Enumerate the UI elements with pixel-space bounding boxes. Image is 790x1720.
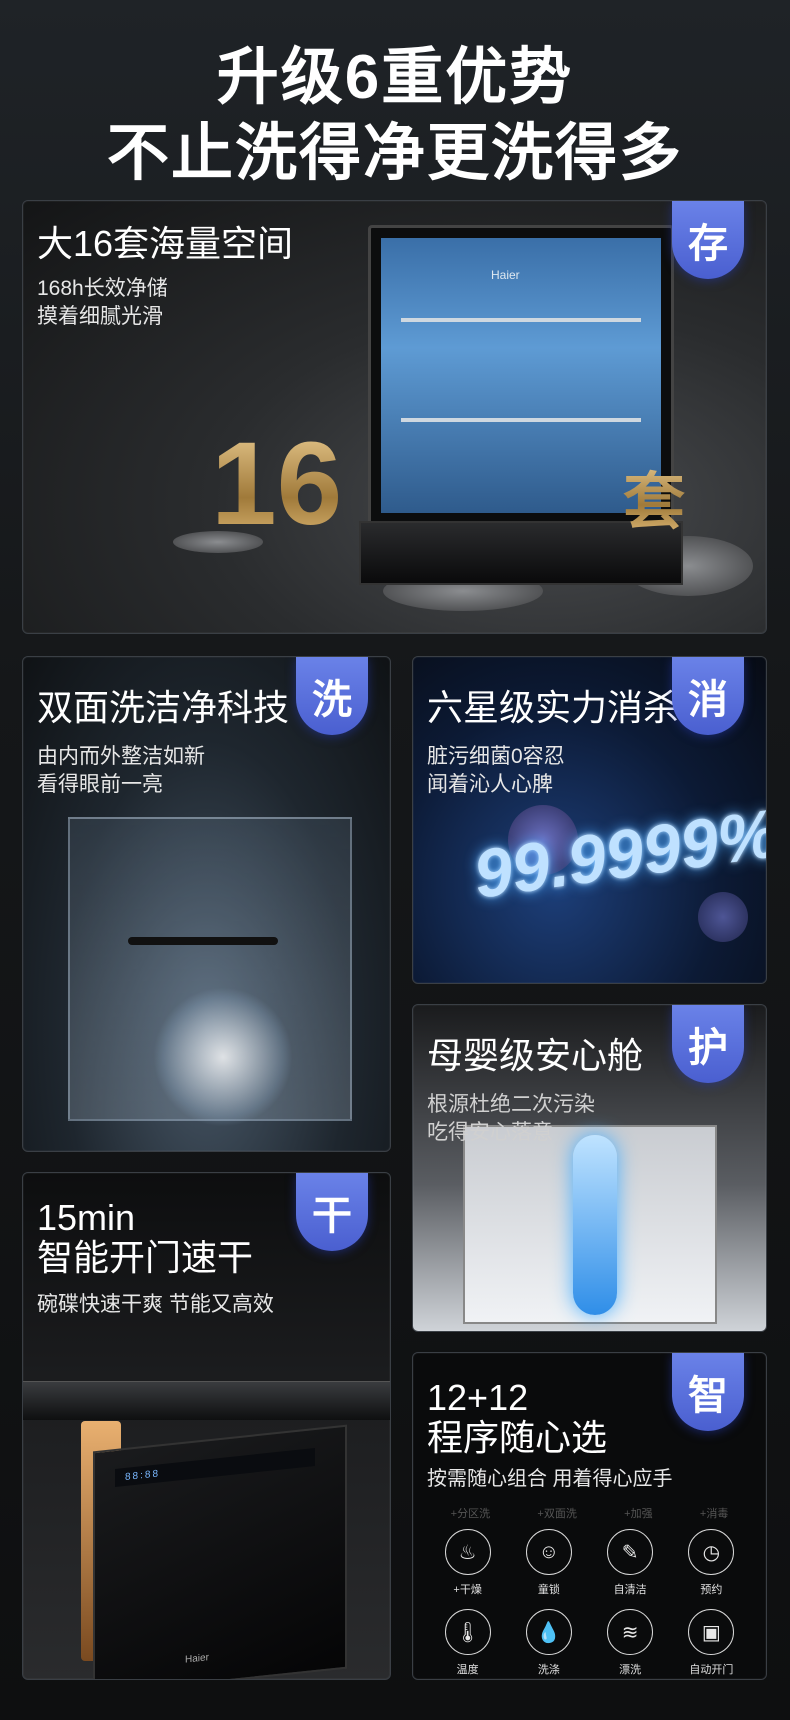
baby-card: 母婴级安心舱 根源杜绝二次污染 吃得安心落意 护 xyxy=(412,1004,767,1332)
wash-sub2: 看得眼前一亮 xyxy=(37,773,163,796)
dry-title2: 智能开门速干 xyxy=(37,1237,254,1278)
clock-icon: ◷ xyxy=(688,1529,735,1575)
detergent-drop-icon: 💧 xyxy=(525,1609,572,1655)
water-splash-image xyxy=(153,987,293,1127)
programs-sub: 按需随心组合 用着得心应手 xyxy=(427,1468,673,1490)
wash-title: 双面洗洁净科技 xyxy=(37,687,290,728)
dry-title1: 15min xyxy=(37,1197,136,1238)
uv-tube-image xyxy=(573,1135,617,1315)
dry-card: 88:88 Haier 15min 智能开门速干 碗碟快速干爽 节能又高效 干 xyxy=(22,1172,391,1680)
baby-badge: 护 xyxy=(672,1005,744,1083)
germ-sub2: 闻着沁人心脾 xyxy=(427,773,553,796)
germ-title: 六星级实力消杀 xyxy=(427,687,680,728)
ghost-label-row: +分区洗 +双面洗 +加强 +消毒 xyxy=(427,1505,752,1521)
program-item-dry: ♨ +干燥 xyxy=(433,1529,503,1597)
program-item-schedule: ◷ 预约 xyxy=(676,1529,746,1597)
program-label: 预约 xyxy=(700,1584,723,1596)
storage-big-unit: 套 xyxy=(623,451,685,541)
child-lock-icon: ☺ xyxy=(525,1529,572,1575)
program-item-child-lock: ☺ 童锁 xyxy=(514,1529,584,1597)
wash-badge: 洗 xyxy=(296,657,368,735)
program-item-wash: 💧 洗涤 xyxy=(514,1609,584,1677)
wash-card: 双面洗洁净科技 由内而外整洁如新 看得眼前一亮 洗 xyxy=(22,656,391,1152)
program-row-2: 🌡 温度 💧 洗涤 ≋ 漂洗 ▣ 自动开门 xyxy=(427,1609,752,1677)
program-item-temperature: 🌡 温度 xyxy=(433,1609,503,1677)
germ-card: 99.9999% 六星级实力消杀 脏污细菌0容忍 闻着沁人心脾 消 xyxy=(412,656,767,984)
thermometer-icon: 🌡 xyxy=(444,1609,491,1655)
program-label: 漂洗 xyxy=(619,1664,642,1676)
program-label: +干燥 xyxy=(453,1584,482,1596)
dryer-brand: Haier xyxy=(185,1652,209,1666)
program-label: 童锁 xyxy=(537,1584,560,1596)
ghost-label: +消毒 xyxy=(699,1508,729,1520)
ghost-label: +加强 xyxy=(624,1508,653,1520)
program-row-1: ♨ +干燥 ☺ 童锁 ✎ 自清洁 ◷ 预约 xyxy=(427,1529,752,1597)
program-grid: +分区洗 +双面洗 +加强 +消毒 ♨ +干燥 ☺ 童锁 ✎ 自清洁 ◷ 预约 xyxy=(427,1505,752,1679)
ghost-label: +双面洗 xyxy=(537,1508,577,1520)
virus-image xyxy=(698,892,748,942)
program-label: 自动开门 xyxy=(689,1664,734,1676)
storage-sub2: 摸着细腻光滑 xyxy=(37,305,163,328)
germ-badge: 消 xyxy=(672,657,744,735)
program-item-rinse: ≋ 漂洗 xyxy=(595,1609,665,1677)
auto-door-icon: ▣ xyxy=(688,1609,735,1655)
baby-sub2: 吃得安心落意 xyxy=(427,1121,553,1144)
wash-sub1: 由内而外整洁如新 xyxy=(37,745,205,768)
baby-sub1: 根源杜绝二次污染 xyxy=(427,1093,595,1116)
rinse-icon: ≋ xyxy=(607,1609,654,1655)
spray-arm-image xyxy=(128,937,278,945)
storage-card: 大16套海量空间 168h长效净储 摸着细腻光滑 Haier 16 套 存 xyxy=(22,200,767,634)
storage-sub1: 168h长效净储 xyxy=(37,277,168,300)
programs-title2: 程序随心选 xyxy=(427,1417,608,1458)
programs-badge: 智 xyxy=(672,1353,744,1431)
page-headline: 升级6重优势 不止洗得净更洗得多 xyxy=(0,40,790,192)
programs-title1: 12+12 xyxy=(427,1377,529,1418)
program-label: 洗涤 xyxy=(537,1664,560,1676)
headline-line2: 不止洗得净更洗得多 xyxy=(106,119,683,188)
countertop-image xyxy=(23,1381,390,1420)
programs-card: 12+12 程序随心选 按需随心组合 用着得心应手 +分区洗 +双面洗 +加强 … xyxy=(412,1352,767,1680)
germ-sub1: 脏污细菌0容忍 xyxy=(427,745,565,768)
program-label: 自清洁 xyxy=(613,1584,647,1596)
dry-sub: 碗碟快速干爽 节能又高效 xyxy=(37,1293,274,1316)
storage-big-number: 16 xyxy=(211,418,343,550)
headline-line1: 升级6重优势 xyxy=(216,43,574,112)
dishwasher-door-image: 88:88 Haier xyxy=(93,1424,347,1679)
program-item-self-clean: ✎ 自清洁 xyxy=(595,1529,665,1597)
program-item-auto-door: ▣ 自动开门 xyxy=(676,1609,746,1677)
baby-title: 母婴级安心舱 xyxy=(427,1035,644,1076)
ghost-label: +分区洗 xyxy=(450,1508,491,1520)
washer-brand: Haier xyxy=(491,268,520,282)
storage-badge: 存 xyxy=(672,201,744,279)
program-label: 温度 xyxy=(456,1664,479,1676)
dry-badge: 干 xyxy=(296,1173,368,1251)
dry-icon: ♨ xyxy=(444,1529,491,1575)
self-clean-icon: ✎ xyxy=(607,1529,654,1575)
storage-title: 大16套海量空间 xyxy=(37,223,294,264)
